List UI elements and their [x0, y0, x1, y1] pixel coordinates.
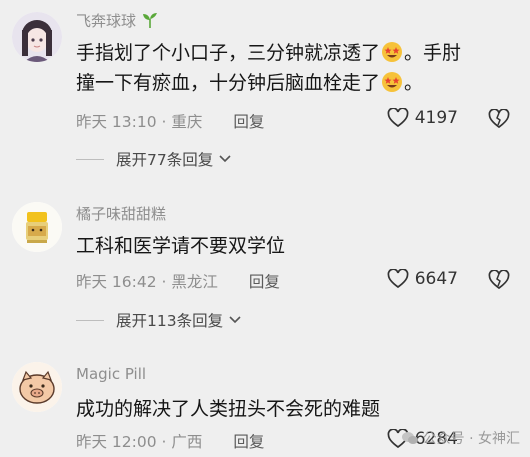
- dislike-button[interactable]: [488, 269, 510, 294]
- timestamp: 昨天 12:00: [76, 433, 157, 451]
- comment-text: 成功的解决了人类扭头不会死的难题: [76, 398, 381, 420]
- location: 广西: [171, 433, 203, 451]
- dislike-button[interactable]: [488, 108, 510, 133]
- expand-replies-button[interactable]: 展开113条回复: [76, 309, 241, 331]
- wechat-icon: [401, 432, 418, 444]
- pig-avatar-icon: [12, 362, 62, 412]
- broken-heart-icon: [488, 269, 510, 290]
- like-count: 6647: [414, 269, 458, 289]
- chevron-down-icon: [219, 155, 231, 163]
- comment-text: 工科和医学请不要双学位: [76, 235, 286, 257]
- comment-meta: 昨天 13:10 · 重庆 回复: [76, 113, 265, 131]
- divider-line: [76, 319, 104, 321]
- expand-replies-button[interactable]: 展开77条回复: [76, 148, 231, 170]
- comment-meta: 昨天 16:42 · 黑龙江 回复: [76, 273, 280, 291]
- location: 重庆: [171, 113, 203, 131]
- avatar[interactable]: [12, 12, 62, 62]
- username[interactable]: 橘子味甜甜糕: [76, 203, 166, 224]
- chevron-down-icon: [229, 316, 241, 324]
- cup-avatar-icon: [12, 202, 62, 252]
- anime-girl-avatar-icon: [12, 12, 62, 62]
- star-struck-emoji-icon: [382, 72, 403, 92]
- location: 黑龙江: [171, 273, 218, 291]
- reply-button[interactable]: 回复: [233, 433, 264, 451]
- comment-meta: 昨天 12:00 · 广西 回复: [76, 433, 265, 451]
- heart-icon: [387, 108, 409, 128]
- timestamp: 昨天 13:10: [76, 113, 157, 131]
- heart-icon: [387, 269, 409, 289]
- comment-text: 手指划了个小口子，三分钟就凉透了 。手肘 撞一下有瘀血，十分钟后脑血栓走了。: [76, 42, 462, 94]
- avatar[interactable]: [12, 362, 62, 412]
- username[interactable]: Magic Pill: [76, 365, 146, 383]
- broken-heart-icon: [488, 108, 510, 129]
- divider-line: [76, 158, 104, 160]
- like-button[interactable]: 6647: [387, 269, 458, 289]
- sprout-icon: [142, 13, 157, 28]
- username[interactable]: 飞奔球球: [76, 10, 159, 31]
- like-button[interactable]: 4197: [387, 108, 458, 128]
- star-struck-emoji-icon: [382, 42, 403, 62]
- reply-button[interactable]: 回复: [249, 273, 280, 291]
- timestamp: 昨天 16:42: [76, 273, 157, 291]
- like-count: 4197: [414, 108, 458, 128]
- watermark: 公众号 · 女神汇: [401, 428, 520, 448]
- reply-button[interactable]: 回复: [233, 113, 264, 131]
- avatar[interactable]: [12, 202, 62, 252]
